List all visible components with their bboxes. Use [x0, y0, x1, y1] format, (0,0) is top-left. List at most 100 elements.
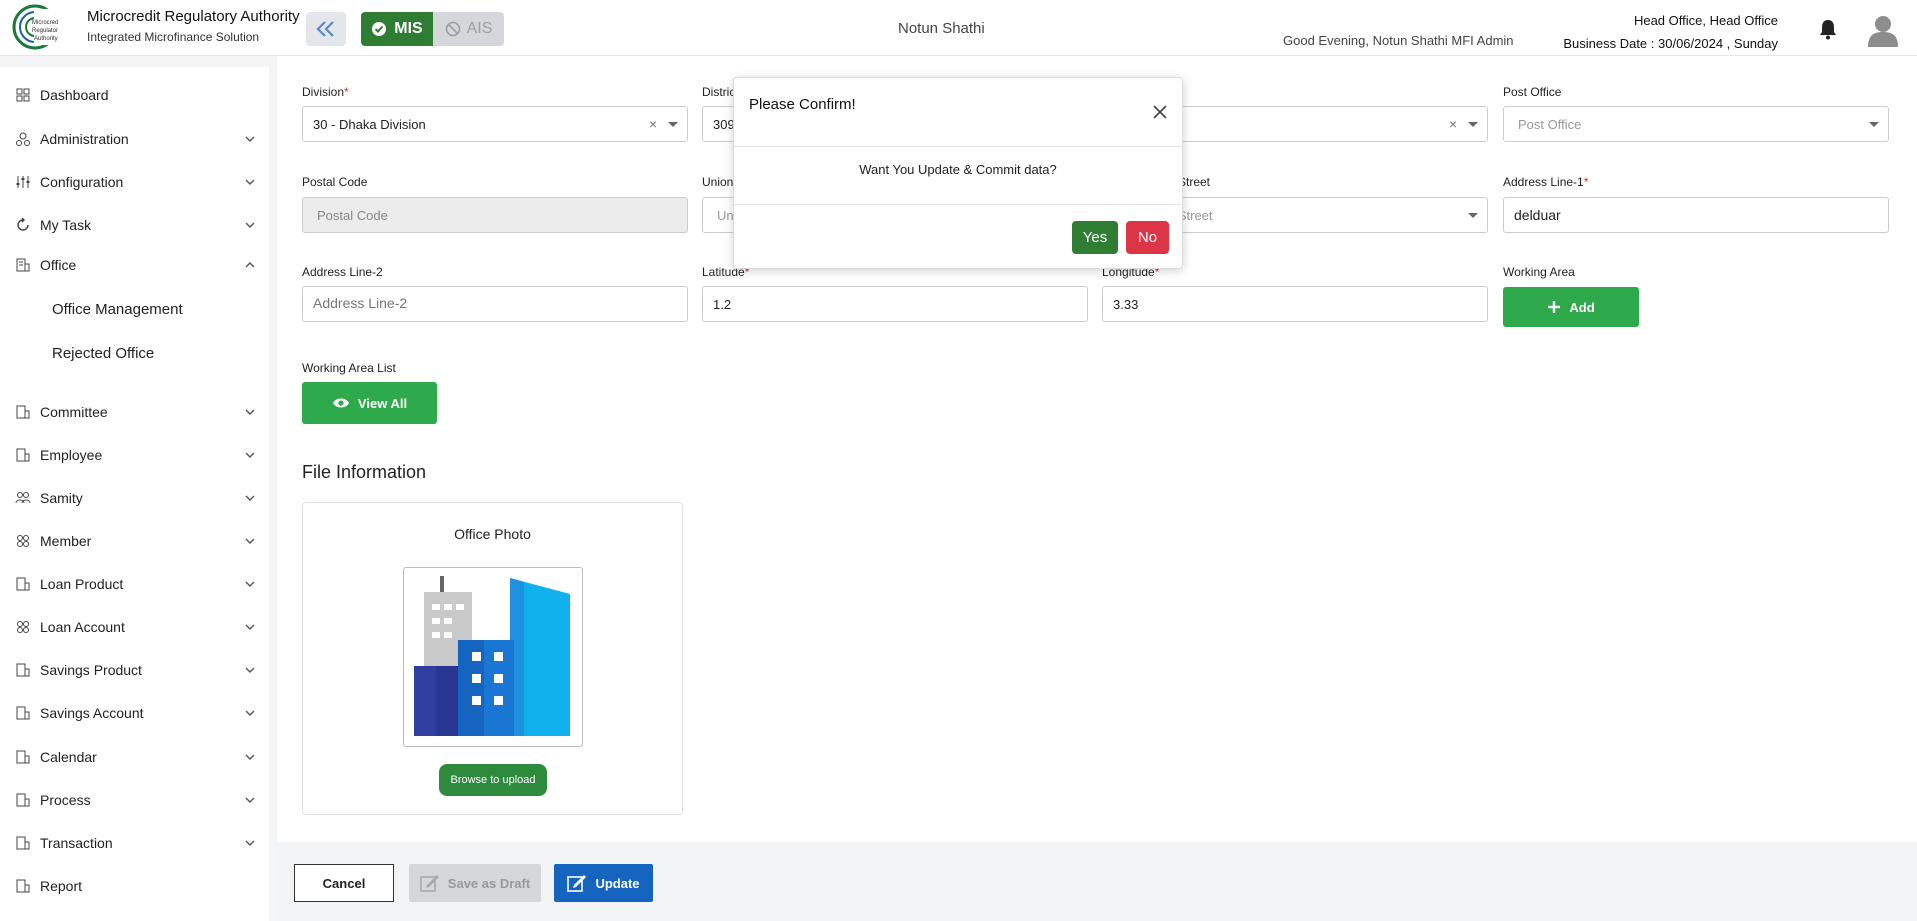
office-info: Head Office, Head Office Business Date :… [1563, 9, 1778, 55]
confirm-no-button[interactable]: No [1126, 221, 1169, 254]
view-all-button[interactable]: View All [302, 382, 437, 424]
division-select[interactable]: 30 - Dhaka Division × [302, 106, 688, 142]
working-area-label: Working Area [1503, 265, 1575, 279]
chevron-down-icon [245, 710, 255, 716]
process-icon [16, 793, 30, 807]
caret-down-icon [668, 122, 678, 127]
address-line-1-label: Address Line-1* [1503, 175, 1589, 189]
greeting-text: Good Evening, Notun Shathi MFI Admin [1283, 33, 1514, 48]
file-information-title: File Information [302, 462, 427, 482]
save-draft-button[interactable]: Save as Draft [409, 864, 541, 902]
address-line-2-input[interactable]: Address Line-2 [302, 286, 688, 322]
district-label: Distric [702, 85, 736, 99]
user-avatar-icon[interactable] [1866, 13, 1900, 47]
org-subtitle: Integrated Microfinance Solution [87, 30, 260, 44]
address-line-1-input[interactable]: delduar [1503, 197, 1889, 233]
edit-icon [567, 875, 587, 892]
business-date: Business Date : 30/06/2024 , Sunday [1563, 36, 1778, 51]
sidebar-item-label: Employee [40, 447, 103, 463]
sidebar-item-loan-product[interactable]: Loan Product [0, 569, 269, 599]
sidebar-item-dashboard[interactable]: Dashboard [0, 80, 269, 110]
mis-toggle-button[interactable]: MIS [361, 12, 433, 46]
sidebar-item-my-task[interactable]: My Task [0, 210, 269, 240]
sliders-icon [16, 176, 30, 188]
double-chevron-left-icon [316, 21, 334, 37]
employee-icon [16, 448, 30, 462]
building-icon [414, 576, 570, 736]
sidebar-item-label: Member [40, 533, 92, 549]
confirm-yes-button[interactable]: Yes [1072, 221, 1118, 254]
sidebar-item-report[interactable]: Report [0, 871, 269, 901]
sidebar-item-committee[interactable]: Committee [0, 397, 269, 427]
latitude-input[interactable]: 1.2 [702, 286, 1088, 322]
savings-account-icon [16, 706, 30, 720]
office-photo-preview [403, 567, 583, 747]
clear-icon[interactable]: × [1449, 116, 1457, 132]
chevron-down-icon [245, 624, 255, 630]
sidebar-item-label: Loan Product [40, 576, 124, 592]
view-all-label: View All [357, 395, 408, 411]
longitude-value: 3.33 [1113, 296, 1139, 312]
chevron-down-icon [245, 409, 255, 415]
edit-icon [419, 875, 439, 892]
sidebar-item-process[interactable]: Process [0, 785, 269, 815]
chevron-down-icon [245, 179, 255, 185]
update-button[interactable]: Update [554, 864, 653, 902]
report-icon [16, 879, 30, 893]
svg-text:Microcredit: Microcredit [32, 20, 58, 26]
samity-icon [15, 492, 31, 504]
caret-down-icon [1869, 122, 1879, 127]
sidebar-subitem-office-management[interactable]: Office Management [52, 301, 183, 318]
address-line-1-value: delduar [1514, 207, 1561, 223]
address-line-2-label: Address Line-2 [302, 265, 383, 279]
eye-icon [332, 398, 349, 408]
longitude-input[interactable]: 3.33 [1102, 286, 1488, 322]
svg-text:Regulatory: Regulatory [32, 28, 58, 34]
post-office-select[interactable]: Post Office [1503, 106, 1889, 142]
caret-down-icon [1468, 213, 1478, 218]
sidebar-item-administration[interactable]: Administration [0, 124, 269, 154]
sidebar-item-transaction[interactable]: Transaction [0, 828, 269, 858]
savings-product-icon [16, 663, 30, 677]
chevron-up-icon [245, 262, 255, 268]
close-icon[interactable] [1152, 104, 1168, 120]
chevron-down-icon [245, 495, 255, 501]
loan-account-icon [17, 621, 29, 633]
sidebar-item-savings-product[interactable]: Savings Product [0, 655, 269, 685]
sidebar-item-samity[interactable]: Samity [0, 483, 269, 513]
sidebar-item-office[interactable]: Office [0, 250, 269, 280]
chevron-down-icon [245, 136, 255, 142]
sidebar-collapse-button[interactable] [306, 12, 346, 46]
clear-icon[interactable]: × [649, 116, 657, 132]
mra-logo-icon: Microcredit Regulatory Authority [12, 4, 58, 50]
chevron-down-icon [245, 581, 255, 587]
sidebar-item-loan-account[interactable]: Loan Account [0, 612, 269, 642]
sidebar-item-savings-account[interactable]: Savings Account [0, 698, 269, 728]
sidebar-item-employee[interactable]: Employee [0, 440, 269, 470]
chevron-down-icon [245, 754, 255, 760]
sidebar-item-member[interactable]: Member [0, 526, 269, 556]
add-working-area-button[interactable]: Add [1503, 287, 1639, 327]
sidebar-item-label: Samity [40, 490, 83, 506]
sidebar-item-calendar[interactable]: Calendar [0, 742, 269, 772]
refresh-icon [17, 217, 29, 231]
sidebar-item-label: Transaction [40, 835, 113, 851]
ais-toggle-button[interactable]: AIS [433, 12, 504, 46]
sidebar-item-configuration[interactable]: Configuration [0, 167, 269, 197]
sidebar-item-label: Configuration [40, 174, 124, 190]
ban-icon [445, 21, 460, 37]
svg-text:Authority: Authority [34, 36, 58, 42]
bell-icon[interactable] [1818, 18, 1838, 40]
union-label: Union [702, 175, 734, 189]
browse-upload-button[interactable]: Browse to upload [439, 764, 547, 796]
add-label: Add [1569, 299, 1595, 315]
postal-code-input[interactable]: Postal Code [302, 197, 688, 233]
sidebar: Dashboard Administration Configuration M… [0, 67, 269, 921]
member-icon [17, 535, 29, 547]
dialog-message: Want You Update & Commit data? [859, 162, 1057, 177]
update-label: Update [595, 875, 640, 891]
sidebar-subitem-rejected-office[interactable]: Rejected Office [52, 345, 154, 362]
mis-label: MIS [394, 20, 423, 37]
cancel-button[interactable]: Cancel [294, 864, 394, 902]
dialog-divider [734, 204, 1182, 205]
